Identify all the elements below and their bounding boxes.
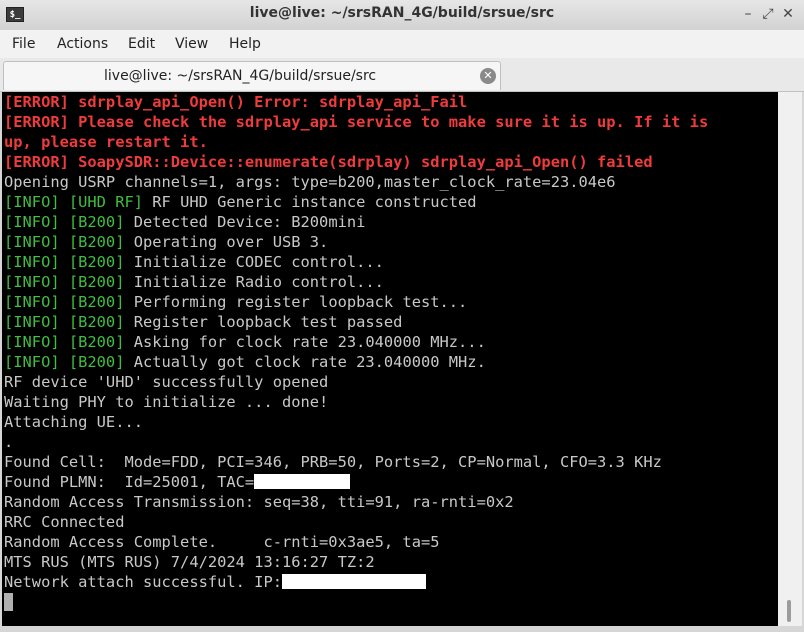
menu-help[interactable]: Help: [229, 36, 261, 52]
line-text: Waiting PHY to initialize ... done!: [4, 393, 329, 411]
menu-bar: File Actions Edit View Help: [0, 30, 804, 58]
info-tag: [INFO] [B200]: [4, 233, 125, 251]
redacted-block: [281, 574, 426, 589]
info-tag: [INFO] [B200]: [4, 213, 125, 231]
terminal-line: RRC Connected: [4, 512, 778, 532]
error-text: [ERROR] sdrplay_api_Open() Error: sdrpla…: [4, 93, 468, 111]
terminal-line: [INFO] [B200] Performing register loopba…: [4, 292, 778, 312]
line-text: Opening USRP channels=1, args: type=b200…: [4, 173, 616, 191]
info-tag: [INFO] [B200]: [4, 353, 125, 371]
menu-file[interactable]: File: [12, 36, 35, 52]
terminal-line: Network attach successful. IP:: [4, 572, 778, 592]
tab-strip: live@live: ~/srsRAN_4G/build/srsue/src ✕: [0, 58, 804, 92]
terminal-line: Attaching UE...: [4, 412, 778, 432]
info-tag: [INFO] [B200]: [4, 333, 125, 351]
menu-edit[interactable]: Edit: [128, 36, 155, 52]
scrollbar-thumb[interactable]: [787, 600, 791, 622]
line-text: RF device 'UHD' successfully opened: [4, 373, 329, 391]
error-text: [ERROR] SoapySDR::Device::enumerate(sdrp…: [4, 153, 653, 171]
line-text: Random Access Transmission: seq=38, tti=…: [4, 493, 514, 511]
terminal-line: [INFO] [B200] Actually got clock rate 23…: [4, 352, 778, 372]
terminal-output[interactable]: [ERROR] sdrplay_api_Open() Error: sdrpla…: [2, 92, 778, 626]
vertical-scrollbar[interactable]: [778, 92, 802, 626]
terminal-line: [INFO] [B200] Asking for clock rate 23.0…: [4, 332, 778, 352]
info-tag: [INFO] [B200]: [4, 273, 125, 291]
terminal-line: [INFO] [B200] Operating over USB 3.: [4, 232, 778, 252]
terminal-cursor: [4, 593, 13, 611]
terminal-line: Random Access Complete. c-rnti=0x3ae5, t…: [4, 532, 778, 552]
terminal-line: Waiting PHY to initialize ... done!: [4, 392, 778, 412]
info-tag: [INFO] [UHD RF]: [4, 193, 143, 211]
menu-view[interactable]: View: [175, 36, 208, 52]
minimize-icon[interactable]: –: [740, 6, 756, 22]
line-text: Actually got clock rate 23.040000 MHz.: [124, 353, 486, 371]
terminal-line: Random Access Transmission: seq=38, tti=…: [4, 492, 778, 512]
terminal-line: [ERROR] sdrplay_api_Open() Error: sdrpla…: [4, 92, 778, 112]
line-text: Initialize CODEC control...: [124, 253, 384, 271]
line-text: Found Cell: Mode=FDD, PCI=346, PRB=50, P…: [4, 453, 662, 471]
maximize-icon[interactable]: ⤢: [760, 6, 776, 22]
terminal-line: [INFO] [B200] Initialize CODEC control..…: [4, 252, 778, 272]
close-icon[interactable]: ✕: [780, 6, 796, 22]
menu-actions[interactable]: Actions: [57, 36, 108, 52]
redacted-block: [254, 474, 351, 489]
line-text: Network attach successful. IP:: [4, 573, 282, 591]
line-text: Performing register loopback test...: [124, 293, 468, 311]
terminal-line: Opening USRP channels=1, args: type=b200…: [4, 172, 778, 192]
terminal-lines: [ERROR] sdrplay_api_Open() Error: sdrpla…: [4, 92, 778, 612]
terminal-line: [ERROR] SoapySDR::Device::enumerate(sdrp…: [4, 152, 778, 172]
terminal-line: [INFO] [B200] Register loopback test pas…: [4, 312, 778, 332]
terminal-line: RF device 'UHD' successfully opened: [4, 372, 778, 392]
error-text: [ERROR] Please check the sdrplay_api ser…: [4, 113, 709, 131]
terminal-line: Found PLMN: Id=25001, TAC=: [4, 472, 778, 492]
line-text: RRC Connected: [4, 513, 125, 531]
title-bar[interactable]: $_ live@live: ~/srsRAN_4G/build/srsue/sr…: [0, 0, 804, 31]
tab-label: live@live: ~/srsRAN_4G/build/srsue/src: [104, 68, 377, 84]
info-tag: [INFO] [B200]: [4, 313, 125, 331]
line-text: Operating over USB 3.: [124, 233, 329, 251]
line-text: .: [4, 433, 14, 451]
line-text: Random Access Complete. c-rnti=0x3ae5, t…: [4, 533, 440, 551]
terminal-line: [INFO] [B200] Initialize Radio control..…: [4, 272, 778, 292]
terminal-line: [4, 592, 778, 612]
info-tag: [INFO] [B200]: [4, 293, 125, 311]
terminal-line: [INFO] [UHD RF] RF UHD Generic instance …: [4, 192, 778, 212]
line-text: Asking for clock rate 23.040000 MHz...: [124, 333, 486, 351]
line-text: Register loopback test passed: [124, 313, 403, 331]
line-text: RF UHD Generic instance constructed: [143, 193, 477, 211]
terminal-line: [ERROR] Please check the sdrplay_api ser…: [4, 112, 778, 132]
error-text: up, please restart it.: [4, 133, 208, 151]
terminal-tab[interactable]: live@live: ~/srsRAN_4G/build/srsue/src ✕: [3, 61, 501, 90]
line-text: Initialize Radio control...: [124, 273, 384, 291]
line-text: Found PLMN: Id=25001, TAC=: [4, 473, 255, 491]
line-text: MTS RUS (MTS RUS) 7/4/2024 13:16:27 TZ:2: [4, 553, 375, 571]
line-text: Attaching UE...: [4, 413, 143, 431]
line-text: Detected Device: B200mini: [124, 213, 366, 231]
terminal-line: .: [4, 432, 778, 452]
window-title: live@live: ~/srsRAN_4G/build/srsue/src: [249, 5, 555, 21]
info-tag: [INFO] [B200]: [4, 253, 125, 271]
terminal-line: up, please restart it.: [4, 132, 778, 152]
terminal-line: MTS RUS (MTS RUS) 7/4/2024 13:16:27 TZ:2: [4, 552, 778, 572]
terminal-line: [INFO] [B200] Detected Device: B200mini: [4, 212, 778, 232]
terminal-line: Found Cell: Mode=FDD, PCI=346, PRB=50, P…: [4, 452, 778, 472]
tab-close-icon[interactable]: ✕: [480, 68, 496, 84]
